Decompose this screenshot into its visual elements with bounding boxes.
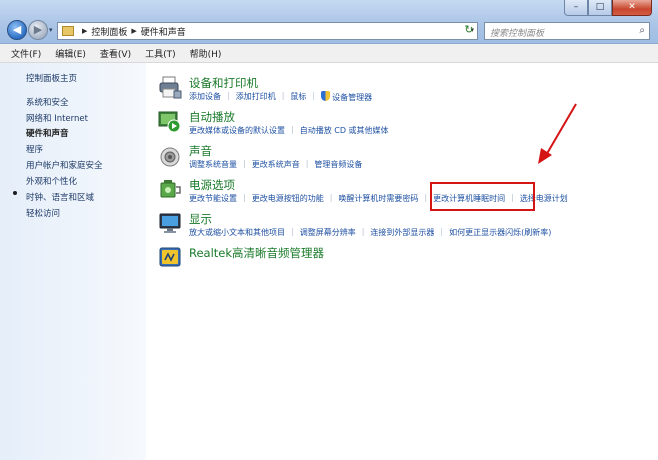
main-content: 设备和打印机 添加设备 | 添加打印机 | 鼠标 | 设备管理器 自动播放 更改媒体或… xyxy=(146,63,658,460)
category-links: 更改媒体或设备的默认设置 | 自动播放 CD 或其他媒体 xyxy=(189,125,391,136)
breadcrumb-separator-icon[interactable]: ▶ xyxy=(131,27,136,35)
category-links: 添加设备 | 添加打印机 | 鼠标 | 设备管理器 xyxy=(189,91,374,103)
speaker-icon xyxy=(160,147,180,167)
link-autoplay-cd[interactable]: 自动播放 CD 或其他媒体 xyxy=(298,125,391,136)
link-adjust-volume[interactable]: 调整系统音量 xyxy=(189,159,239,170)
category-links: 调整系统音量 | 更改系统声音 | 管理音频设备 xyxy=(189,159,364,170)
link-add-device[interactable]: 添加设备 xyxy=(189,91,223,103)
back-button[interactable]: ◀ xyxy=(7,20,27,40)
minimize-button[interactable]: – xyxy=(564,0,588,16)
link-mouse[interactable]: 鼠标 xyxy=(288,91,308,103)
breadcrumb-hardware-sound[interactable]: 硬件和声音 xyxy=(141,25,186,38)
sidebar-item-home[interactable]: 控制面板主页 xyxy=(26,72,77,84)
category-title[interactable]: 声音 xyxy=(189,143,212,159)
category-title[interactable]: Realtek高清晰音频管理器 xyxy=(189,245,324,261)
link-add-printer[interactable]: 添加打印机 xyxy=(234,91,278,103)
link-wake-password[interactable]: 唤醒计算机时需要密码 xyxy=(336,193,420,204)
folder-icon xyxy=(62,26,74,36)
link-device-manager-label: 设备管理器 xyxy=(332,93,373,102)
menu-edit[interactable]: 编辑(E) xyxy=(48,47,93,60)
search-input[interactable]: 搜索控制面板 ⌕ xyxy=(484,22,650,40)
active-bullet-icon xyxy=(13,191,17,195)
link-device-manager[interactable]: 设备管理器 xyxy=(319,91,374,103)
link-screen-resolution[interactable]: 调整屏幕分辨率 xyxy=(298,227,358,238)
sidebar-item-ease-of-access[interactable]: 轻松访问 xyxy=(26,207,60,219)
link-external-display[interactable]: 连接到外部显示器 xyxy=(368,227,436,238)
menu-bar: 文件(F) 编辑(E) 查看(V) 工具(T) 帮助(H) xyxy=(0,44,658,63)
sidebar: 控制面板主页 系统和安全 网络和 Internet 硬件和声音 程序 用户帐户和… xyxy=(0,63,146,460)
link-change-media-defaults[interactable]: 更改媒体或设备的默认设置 xyxy=(189,125,287,136)
window-controls: – □ ✕ xyxy=(564,0,652,16)
menu-file[interactable]: 文件(F) xyxy=(4,47,48,60)
sidebar-item-hardware-sound: 硬件和声音 xyxy=(26,129,69,139)
menu-view[interactable]: 查看(V) xyxy=(93,47,138,60)
breadcrumb-separator-icon[interactable]: ▶ xyxy=(82,27,87,35)
breadcrumb-control-panel[interactable]: 控制面板 xyxy=(91,25,127,38)
menu-help[interactable]: 帮助(H) xyxy=(183,47,229,60)
category-links: 放大或缩小文本和其他项目 | 调整屏幕分辨率 | 连接到外部显示器 | 如何更正显示器… xyxy=(189,227,553,238)
sidebar-item-network[interactable]: 网络和 Internet xyxy=(26,112,88,124)
sidebar-item-user-accounts[interactable]: 用户帐户和家庭安全 xyxy=(26,159,103,171)
annotation-highlight-box xyxy=(430,182,535,211)
chevron-down-icon: ▾ xyxy=(49,26,53,34)
link-fix-flicker[interactable]: 如何更正显示器闪烁(刷新率) xyxy=(447,227,553,238)
category-title[interactable]: 设备和打印机 xyxy=(189,75,258,91)
maximize-button[interactable]: □ xyxy=(588,0,612,16)
forward-button[interactable]: ▶ xyxy=(28,20,48,40)
uac-shield-icon xyxy=(321,91,331,101)
menu-tools[interactable]: 工具(T) xyxy=(138,47,183,60)
battery-icon xyxy=(160,180,181,198)
close-button[interactable]: ✕ xyxy=(612,0,652,16)
link-manage-audio-devices[interactable]: 管理音频设备 xyxy=(312,159,364,170)
search-icon[interactable]: ⌕ xyxy=(639,25,645,36)
refresh-button[interactable]: ↻ xyxy=(460,22,478,40)
sidebar-item-programs[interactable]: 程序 xyxy=(26,143,43,155)
title-bar: – □ ✕ ◀ ▶ ▾ ▶ 控制面板 ▶ 硬件和声音 ▾ ↻ 搜索控制面板 ⌕ xyxy=(0,0,658,44)
link-power-button-function[interactable]: 更改电源按钮的功能 xyxy=(250,193,326,204)
realtek-audio-icon xyxy=(159,247,181,267)
category-title[interactable]: 自动播放 xyxy=(189,109,235,125)
recent-pages-dropdown[interactable]: ▾ xyxy=(49,26,53,34)
forward-arrow-icon: ▶ xyxy=(33,23,43,36)
category-title[interactable]: 电源选项 xyxy=(189,177,235,193)
sidebar-item-clock-region[interactable]: 时钟、语言和区域 xyxy=(26,191,94,203)
refresh-icon: ↻ xyxy=(464,23,474,36)
sidebar-item-system-security[interactable]: 系统和安全 xyxy=(26,96,69,108)
link-change-power-saving[interactable]: 更改节能设置 xyxy=(189,193,239,204)
category-title[interactable]: 显示 xyxy=(189,211,212,227)
back-arrow-icon: ◀ xyxy=(12,23,22,36)
sidebar-item-appearance[interactable]: 外观和个性化 xyxy=(26,175,77,187)
address-bar[interactable]: ▶ 控制面板 ▶ 硬件和声音 ▾ xyxy=(57,22,478,40)
autoplay-icon xyxy=(158,111,181,133)
monitor-icon xyxy=(159,213,181,233)
search-placeholder: 搜索控制面板 xyxy=(490,29,545,39)
link-change-system-sounds[interactable]: 更改系统声音 xyxy=(250,159,302,170)
printer-icon xyxy=(159,76,182,99)
link-text-size[interactable]: 放大或缩小文本和其他项目 xyxy=(189,227,287,238)
